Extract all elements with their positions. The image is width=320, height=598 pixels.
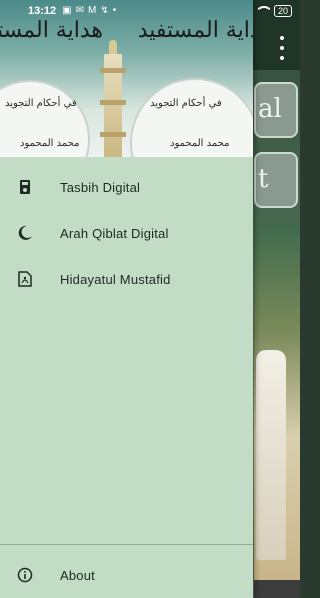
battery-icon: 20 bbox=[273, 5, 292, 17]
sim-icon: ▣ bbox=[62, 5, 72, 16]
header-arabic-subtitle: في أحكام التجويد bbox=[150, 98, 222, 109]
menu-item-about[interactable]: About bbox=[0, 552, 253, 598]
background-card-text: al bbox=[258, 94, 282, 124]
status-bar: 13:12 ▣ ✉ M ↯ • 20 bbox=[0, 0, 300, 22]
menu-item-label: Tasbih Digital bbox=[60, 179, 141, 195]
menu-item-hidayatul-mustafid[interactable]: Hidayatul Mustafid bbox=[0, 256, 253, 302]
drawer-menu: Tasbih Digital Arah Qiblat Digital Hiday… bbox=[0, 164, 253, 302]
notification-icons: ▣ ✉ M ↯ • bbox=[62, 6, 116, 16]
drawer-header-image: هداية المستفيد هداية المستفيد في أحكام ا… bbox=[0, 0, 253, 157]
counter-icon bbox=[16, 178, 34, 196]
header-arabic-subtitle: في أحكام التجويد bbox=[5, 98, 77, 109]
message-icon: ✉ bbox=[75, 5, 84, 16]
drawer-divider bbox=[0, 544, 253, 545]
navigation-drawer: هداية المستفيد هداية المستفيد في أحكام ا… bbox=[0, 0, 253, 598]
menu-item-label: Hidayatul Mustafid bbox=[60, 271, 171, 287]
pdf-icon bbox=[16, 270, 34, 288]
minaret-image bbox=[256, 350, 286, 560]
menu-item-label: Arah Qiblat Digital bbox=[60, 225, 169, 241]
menu-item-arah-qiblat-digital[interactable]: Arah Qiblat Digital bbox=[0, 210, 253, 256]
wifi-icon bbox=[254, 6, 273, 16]
menu-item-tasbih-digital[interactable]: Tasbih Digital bbox=[0, 164, 253, 210]
minaret-illustration bbox=[98, 40, 128, 157]
header-arabic-author: محمد المحمود bbox=[170, 138, 230, 149]
dot-icon: • bbox=[112, 5, 117, 16]
mail-icon: M bbox=[87, 5, 97, 16]
info-icon bbox=[16, 566, 34, 584]
background-card[interactable]: al bbox=[254, 82, 298, 138]
header-arabic-author: محمد المحمود bbox=[20, 138, 80, 149]
background-card-text: t bbox=[258, 164, 269, 194]
bottom-strip bbox=[254, 580, 300, 598]
moon-icon bbox=[16, 224, 34, 242]
menu-item-label: About bbox=[60, 567, 95, 583]
more-options-icon[interactable] bbox=[272, 36, 292, 60]
status-time: 13:12 bbox=[28, 5, 57, 17]
download-icon: ↯ bbox=[100, 5, 109, 16]
background-card[interactable]: t bbox=[254, 152, 298, 208]
drawer-footer: About bbox=[0, 552, 253, 598]
